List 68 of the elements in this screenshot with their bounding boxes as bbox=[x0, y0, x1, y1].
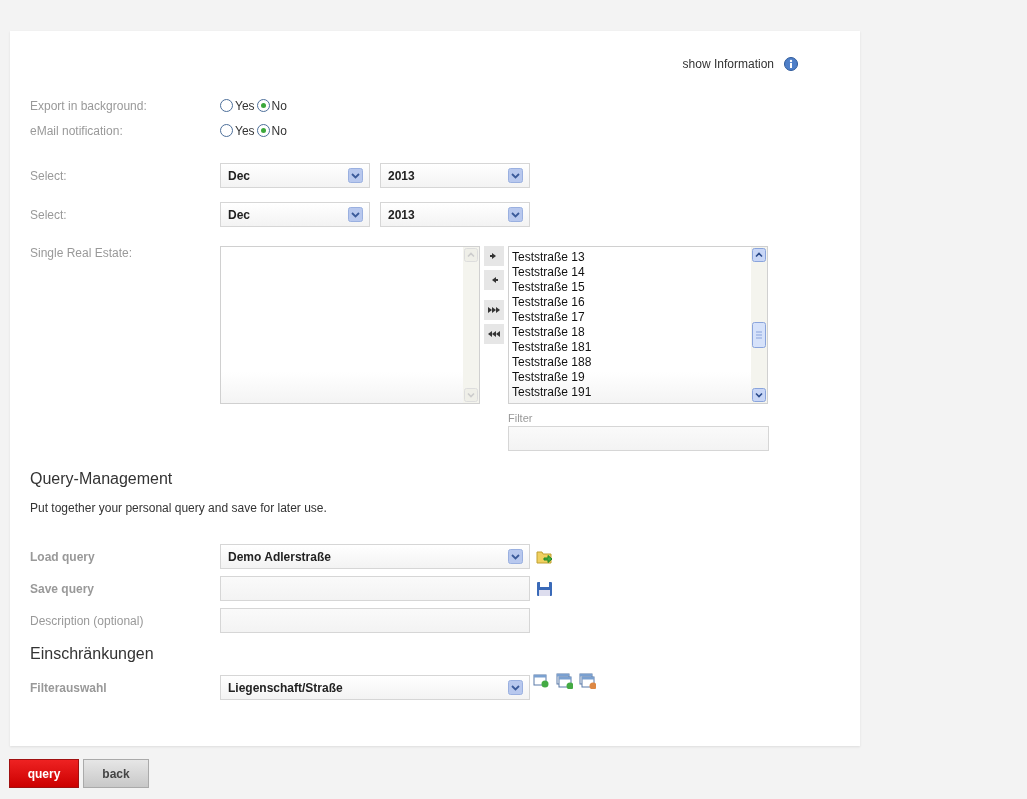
radio-option[interactable]: Yes bbox=[220, 98, 255, 113]
folder-arrow-icon[interactable] bbox=[536, 548, 553, 565]
move-all-right-button[interactable] bbox=[484, 300, 504, 320]
dropdown-caret-icon[interactable] bbox=[508, 549, 523, 564]
dropdown-caret-icon[interactable] bbox=[348, 168, 363, 183]
radio-option[interactable]: No bbox=[256, 98, 287, 113]
dropdown-caret-icon[interactable] bbox=[348, 207, 363, 222]
description-input[interactable] bbox=[220, 608, 530, 633]
info-icon[interactable] bbox=[784, 57, 798, 71]
query-button[interactable]: query bbox=[9, 759, 79, 788]
show-information-link[interactable]: show Information bbox=[682, 57, 774, 71]
add-windows-icon[interactable] bbox=[556, 673, 573, 689]
dropdown-caret-icon[interactable] bbox=[508, 680, 523, 695]
list-item[interactable]: Teststraße 181 bbox=[512, 340, 751, 355]
save-query-input[interactable] bbox=[220, 576, 530, 601]
scroll-thumb[interactable] bbox=[752, 322, 766, 348]
load-query-label: Load query bbox=[30, 549, 96, 564]
option-label: Export in background: bbox=[30, 98, 148, 113]
arrow-left-icon bbox=[490, 276, 498, 284]
radio-option[interactable]: No bbox=[256, 123, 287, 138]
section-heading: Einschränkungen bbox=[30, 645, 155, 663]
radio-option[interactable]: Yes bbox=[220, 123, 255, 138]
radio-button[interactable] bbox=[256, 99, 270, 112]
remove-windows-icon[interactable] bbox=[579, 673, 596, 689]
list-item[interactable]: Teststraße 15 bbox=[512, 280, 751, 295]
list-item[interactable]: Teststraße 17 bbox=[512, 310, 751, 325]
selected-list[interactable]: Teststraße 13 Teststraße 14 Teststraße 15 Teststraße 16 Teststraße 17 Teststraße 18 Teststraße 181 Teststraße 188 Teststraße 19 Teststraße 191 bbox=[508, 246, 768, 404]
radio-button[interactable] bbox=[220, 124, 233, 137]
list-item[interactable]: Teststraße 191 bbox=[512, 385, 751, 400]
arrow-right-icon bbox=[490, 252, 498, 260]
select-label: Select: bbox=[30, 207, 68, 222]
list-item[interactable]: Teststraße 188 bbox=[512, 355, 751, 370]
move-right-button[interactable] bbox=[484, 246, 504, 266]
filter-selection-label: Filterauswahl bbox=[30, 680, 108, 695]
month-dropdown[interactable]: Dec bbox=[220, 202, 370, 227]
list-item[interactable]: Teststraße 13 bbox=[512, 250, 751, 265]
description-label: Description (optional) bbox=[30, 613, 145, 628]
year-dropdown[interactable]: 2013 bbox=[380, 163, 530, 188]
filter-label: Filter bbox=[508, 412, 533, 424]
scroll-down-icon[interactable] bbox=[752, 388, 766, 402]
filter-selection-dropdown[interactable]: Liegenschaft/Straße bbox=[220, 675, 530, 700]
real-estate-label: Single Real Estate: bbox=[30, 246, 134, 260]
dropdown-caret-icon[interactable] bbox=[508, 207, 523, 222]
list-item[interactable]: Teststraße 16 bbox=[512, 295, 751, 310]
list-item[interactable]: Teststraße 14 bbox=[512, 265, 751, 280]
section-heading: Query-Management bbox=[30, 470, 174, 488]
add-window-icon[interactable] bbox=[533, 673, 550, 689]
year-dropdown[interactable]: 2013 bbox=[380, 202, 530, 227]
section-description: Put together your personal query and save for later use. bbox=[30, 501, 328, 515]
save-icon[interactable] bbox=[536, 580, 553, 597]
move-left-button[interactable] bbox=[484, 270, 504, 290]
filter-input[interactable] bbox=[508, 426, 769, 451]
dropdown-caret-icon[interactable] bbox=[508, 168, 523, 183]
option-label: eMail notification: bbox=[30, 123, 124, 138]
load-query-dropdown[interactable]: Demo Adlerstraße bbox=[220, 544, 530, 569]
triple-arrow-right-icon bbox=[486, 306, 502, 314]
save-query-label: Save query bbox=[30, 581, 96, 596]
list-item[interactable]: Teststraße 18 bbox=[512, 325, 751, 340]
triple-arrow-left-icon bbox=[486, 330, 502, 338]
radio-button[interactable] bbox=[256, 124, 270, 137]
radio-button[interactable] bbox=[220, 99, 233, 112]
move-all-left-button[interactable] bbox=[484, 324, 504, 344]
list-item[interactable]: Teststraße 19 bbox=[512, 370, 751, 385]
month-dropdown[interactable]: Dec bbox=[220, 163, 370, 188]
back-button[interactable]: back bbox=[83, 759, 149, 788]
scrollbar[interactable] bbox=[751, 247, 767, 403]
scroll-up-icon[interactable] bbox=[752, 248, 766, 262]
select-label: Select: bbox=[30, 168, 68, 183]
